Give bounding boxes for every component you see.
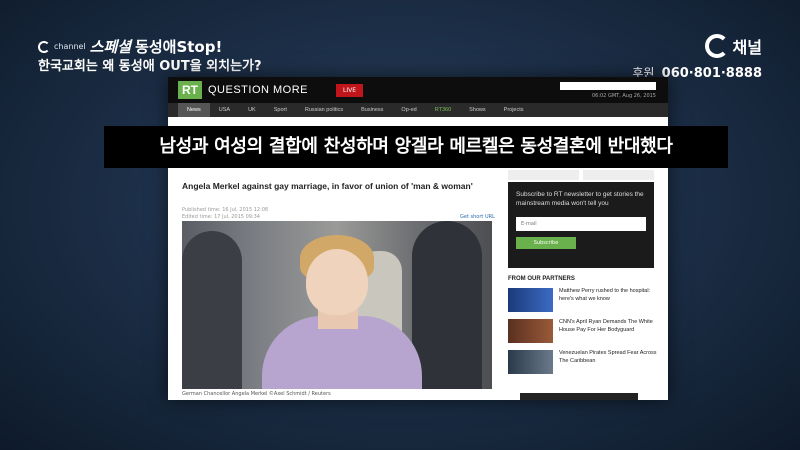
article-meta: Published time: 16 Jul, 2015 12:08 Edite…: [182, 207, 268, 221]
short-url-link[interactable]: Get short URL: [460, 214, 495, 220]
sidebar-tabs: [508, 170, 654, 180]
program-subtitle: 한국교회는 왜 동성애 OUT을 외치는가?: [38, 59, 262, 74]
published-time: Published time: 16 Jul, 2015 12:08: [182, 207, 269, 213]
nav-usa[interactable]: USA: [210, 103, 239, 117]
partner-text: Matthew Perry rushed to the hospital: he…: [559, 288, 651, 302]
sidebar-tab[interactable]: [583, 170, 654, 180]
newsletter-box: Subscribe to RT newsletter to get storie…: [508, 182, 654, 268]
rt-logo[interactable]: RT: [178, 81, 202, 99]
nav-russian-politics[interactable]: Russian politics: [296, 103, 352, 117]
rt-header: RT QUESTION MORE LIVE 06:02 GMT, Aug 26,…: [168, 77, 668, 103]
program-title: 동성애Stop!: [135, 38, 223, 56]
program-script-title: 스페셜: [89, 38, 132, 56]
rt-tagline: QUESTION MORE: [208, 84, 309, 96]
article-title[interactable]: Angela Merkel against gay marriage, in f…: [182, 181, 482, 192]
search-input[interactable]: [560, 82, 656, 90]
subscribe-button[interactable]: Subscribe: [516, 236, 576, 249]
nav-rt360[interactable]: RT360: [426, 103, 460, 117]
nav-shows[interactable]: Shows: [460, 103, 495, 117]
edited-time: Edited time: 17 Jul, 2015 09:34: [182, 214, 260, 220]
partner-item[interactable]: CNN's April Ryan Demands The White House…: [508, 319, 658, 345]
live-button[interactable]: LIVE: [336, 83, 364, 97]
partner-text: Venezuelan Pirates Spread Fear Across Th…: [559, 350, 657, 364]
photo-caption: German Chancellor Angela Merkel ©Axel Sc…: [182, 391, 331, 397]
program-logo: channel 스페셜 동성애Stop!: [38, 36, 222, 57]
nav-business[interactable]: Business: [352, 103, 392, 117]
partner-thumbnail: [508, 350, 553, 374]
sidebar-tab[interactable]: [508, 170, 579, 180]
partner-item[interactable]: Matthew Perry rushed to the hospital: he…: [508, 288, 658, 314]
nav-uk[interactable]: UK: [239, 103, 265, 117]
channel-c-icon: [38, 40, 50, 53]
nav-op-ed[interactable]: Op-ed: [392, 103, 425, 117]
nav-projects[interactable]: Projects: [495, 103, 533, 117]
article-photo: [182, 221, 492, 389]
sponsor-number: 060·801·8888: [661, 66, 762, 81]
rt-date: 06:02 GMT, Aug 26, 2015: [591, 93, 656, 99]
footer-bar: [520, 393, 638, 400]
partner-item[interactable]: Venezuelan Pirates Spread Fear Across Th…: [508, 350, 658, 376]
partner-thumbnail: [508, 288, 553, 312]
partner-text: CNN's April Ryan Demands The White House…: [559, 319, 653, 333]
channel-badge: 채널 후원 060·801·8888: [632, 34, 762, 81]
newsletter-text: Subscribe to RT newsletter to get storie…: [516, 191, 644, 208]
email-field[interactable]: E-mail: [516, 216, 646, 231]
rt-nav: News USA UK Sport Russian politics Busin…: [168, 103, 668, 117]
partners-title: FROM OUR PARTNERS: [508, 276, 575, 282]
partner-thumbnail: [508, 319, 553, 343]
nav-news[interactable]: News: [178, 103, 210, 117]
channel-small-label: channel: [54, 42, 86, 51]
overlay-caption: 남성과 여성의 결합에 찬성하며 앙겔라 메르켈은 동성결혼에 반대했다: [104, 126, 728, 168]
channel-name: 채널: [732, 38, 762, 57]
channel-logo: 채널: [632, 34, 762, 58]
c-channel-icon: [704, 34, 729, 58]
nav-sport[interactable]: Sport: [265, 103, 296, 117]
